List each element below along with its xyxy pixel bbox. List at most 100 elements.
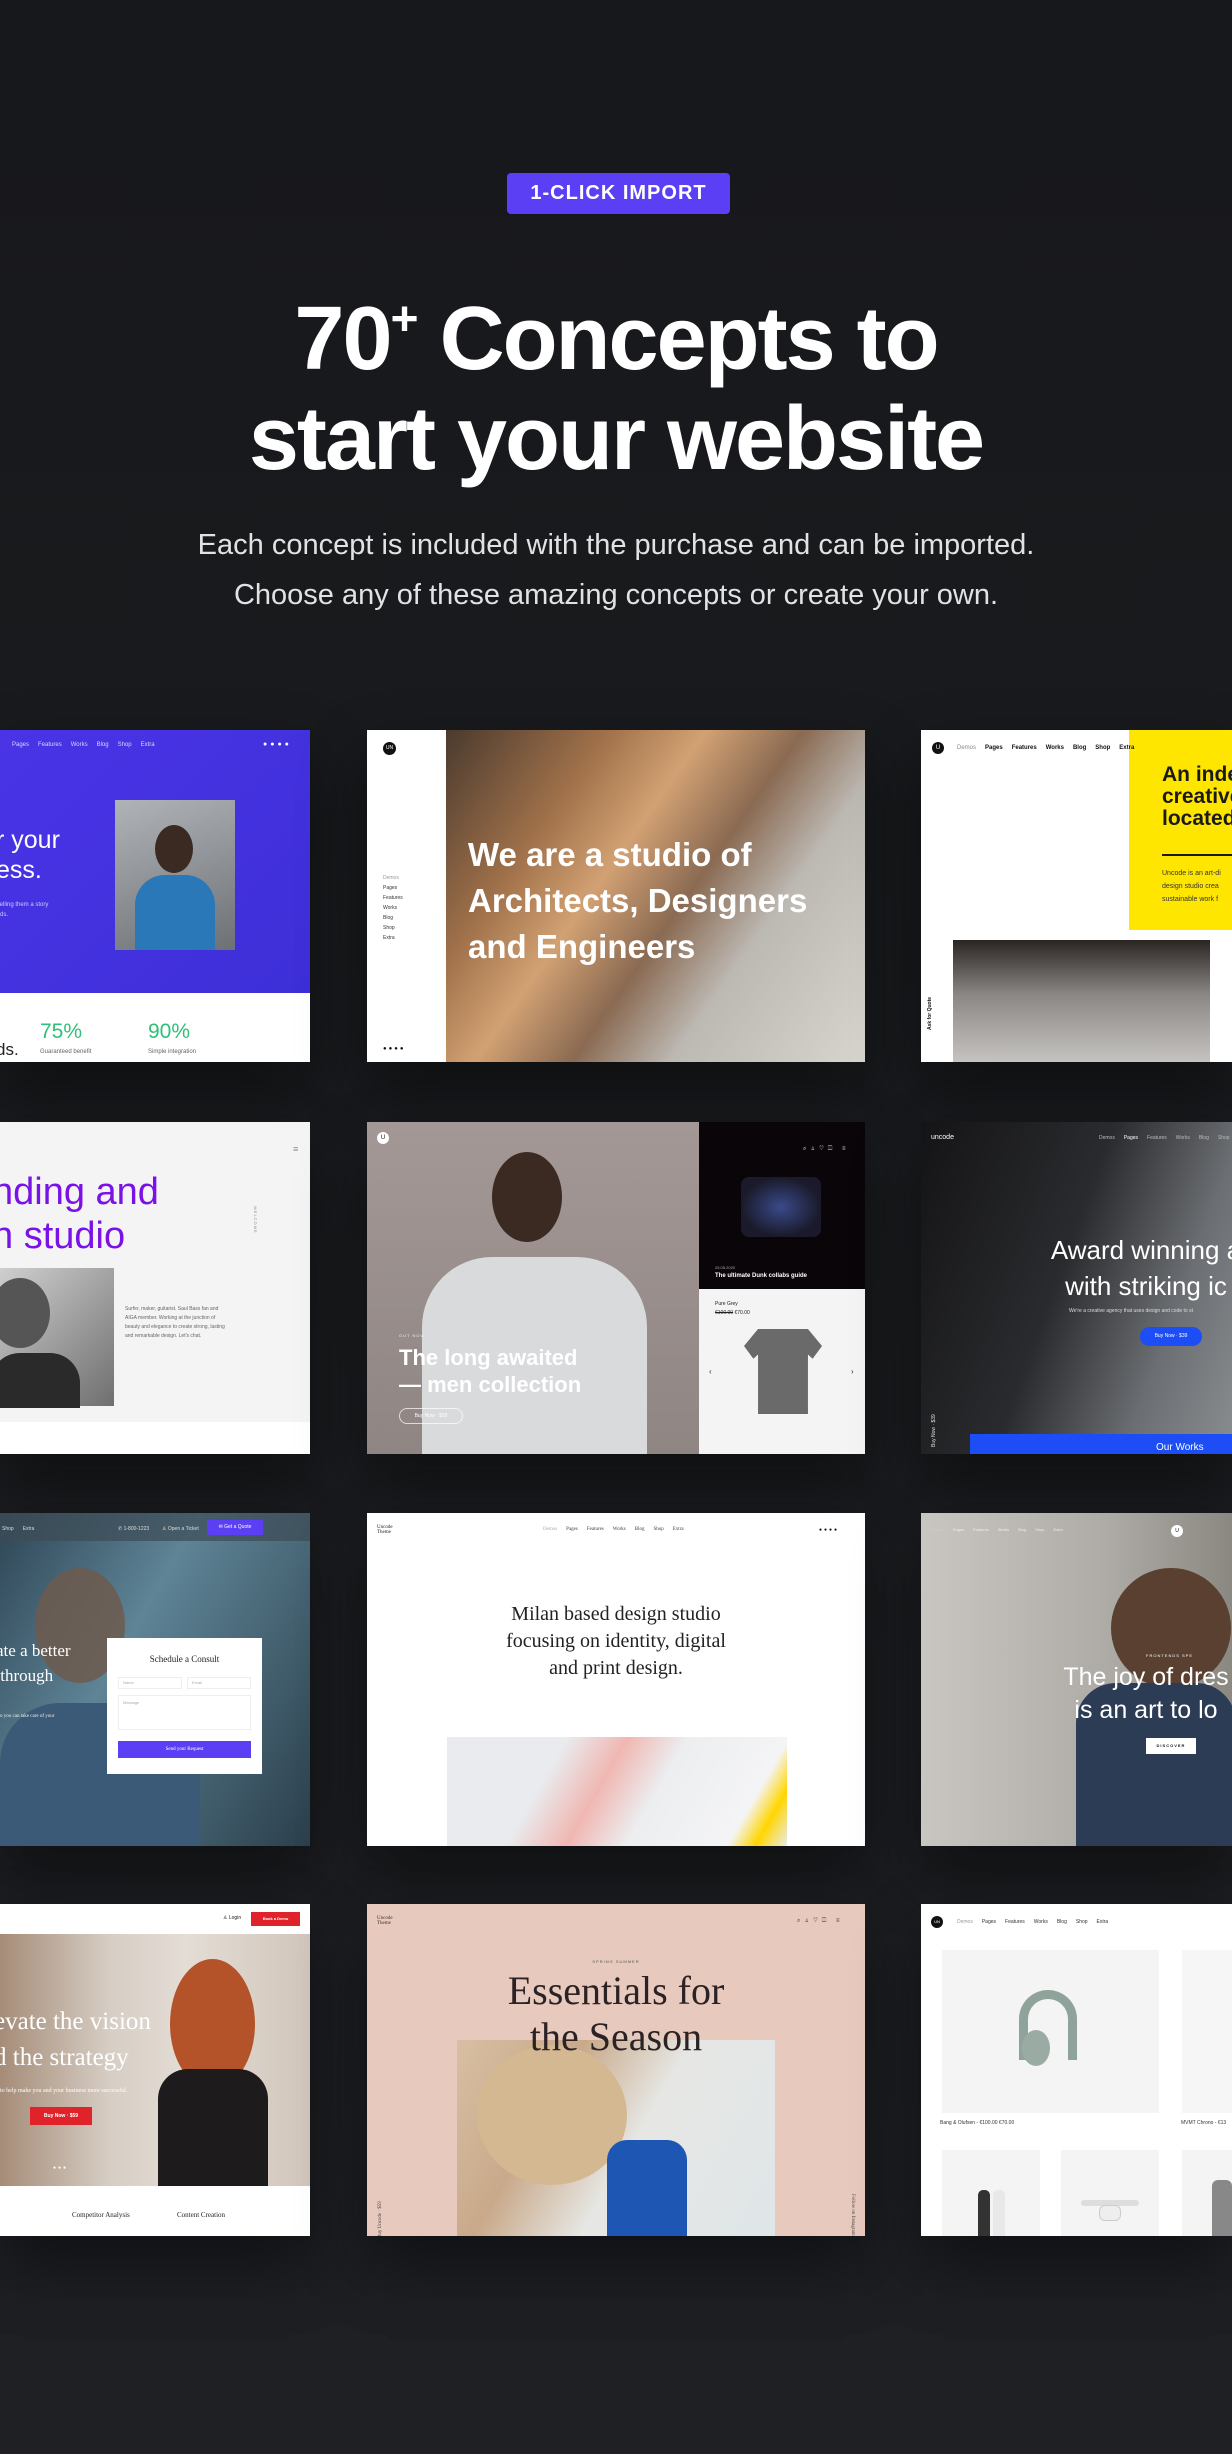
nav-item[interactable]: Blog <box>1057 1919 1067 1925</box>
nav-item[interactable]: Works <box>71 742 88 748</box>
nav-item[interactable]: Pages <box>566 1527 578 1532</box>
nav-item[interactable]: Blog <box>1073 745 1086 751</box>
nav-item[interactable]: Features <box>973 1527 989 1532</box>
nav-item[interactable]: Works <box>1034 1919 1048 1925</box>
concept-startup[interactable]: Pages Features Works Blog Shop Extra ●●●… <box>0 730 310 1062</box>
logo[interactable]: Uncode Theme <box>377 1525 393 1535</box>
social-icons[interactable]: ●●●● <box>383 1046 406 1052</box>
nav-item[interactable]: Pages <box>953 1527 964 1532</box>
nav-item[interactable]: Works <box>1046 745 1064 751</box>
concept-joy-of-dressing[interactable]: Demos Pages Features Works Blog Shop Ext… <box>921 1513 1232 1846</box>
nav-item[interactable]: Extra <box>1119 745 1134 751</box>
ticket-link[interactable]: ♙ Open a Ticket <box>162 1526 199 1532</box>
product-card[interactable] <box>1182 2150 1232 2236</box>
social-icons[interactable]: ●●●● <box>819 1527 839 1533</box>
nav-item[interactable]: Shop <box>2 1526 14 1532</box>
nav-item[interactable]: Features <box>38 742 62 748</box>
product-card[interactable] <box>942 2150 1040 2236</box>
nav-item[interactable]: Demos <box>957 1919 973 1925</box>
product-card[interactable] <box>1182 1950 1232 2113</box>
concept-business-vision[interactable]: ♙ Login Book a Demo evate the vision d t… <box>0 1904 310 2236</box>
nav-item[interactable]: Demos <box>957 745 976 751</box>
nav-item[interactable]: Shop <box>653 1527 663 1532</box>
concept-milan-studio[interactable]: Uncode Theme Demos Pages Features Works … <box>367 1513 865 1846</box>
concept-branding-studio[interactable]: nding and n studio WELCOME Surfer, maker… <box>0 1122 310 1454</box>
login-link[interactable]: ♙ Login <box>223 1915 241 1921</box>
logo[interactable]: uncode <box>931 1134 954 1141</box>
menu-item[interactable]: Extra <box>383 933 403 943</box>
buy-now-button[interactable]: Buy Now · $59 <box>399 1408 463 1424</box>
nav-item[interactable]: Shop <box>118 742 132 748</box>
header-icons[interactable]: ⌕♙♡◫ ≡ <box>803 1146 850 1153</box>
nav-item[interactable]: Works <box>998 1527 1009 1532</box>
side-label[interactable]: Buy Now · $39 <box>931 1414 937 1447</box>
logo[interactable]: UN <box>931 1916 943 1928</box>
nav-item[interactable]: Features <box>587 1527 604 1532</box>
menu-item[interactable]: Works <box>383 903 403 913</box>
side-label-right[interactable]: Follow on Instagram <box>850 2194 855 2236</box>
buy-now-button[interactable]: Buy Now · $39 <box>1140 1327 1202 1346</box>
menu-item[interactable]: Pages <box>383 883 403 893</box>
nav-item[interactable]: Blog <box>635 1527 645 1532</box>
product-label[interactable]: Bang & Olufsen - €100.00 €70.00 <box>940 2120 1014 2126</box>
concept-essentials-season[interactable]: Uncode Theme ⌕♙♡◫ ≡ SPRING SUMMER Essent… <box>367 1904 865 2236</box>
nav-item[interactable]: Extra <box>1053 1527 1062 1532</box>
nav-item[interactable]: Features <box>1005 1919 1025 1925</box>
nav-item[interactable]: Features <box>1012 745 1037 751</box>
menu-item[interactable]: Demos <box>383 873 403 883</box>
nav-item[interactable]: Demos <box>543 1527 557 1532</box>
nav-item[interactable]: Extra <box>141 742 155 748</box>
nav-item[interactable]: Shop <box>1076 1919 1088 1925</box>
logo[interactable]: U <box>377 1132 389 1144</box>
menu-item[interactable]: Blog <box>383 913 403 923</box>
send-request-button[interactable]: Send your Request <box>118 1741 251 1758</box>
phone-link[interactable]: ✆ 1-800-1223 <box>118 1526 149 1532</box>
menu-item[interactable]: Shop <box>383 923 403 933</box>
nav-item[interactable]: Shop <box>1035 1527 1044 1532</box>
book-demo-button[interactable]: Book a Demo <box>251 1912 300 1926</box>
logo[interactable]: UN <box>383 742 396 755</box>
logo[interactable]: U <box>1171 1525 1183 1537</box>
nav-item[interactable]: Blog <box>1199 1135 1209 1141</box>
concept-architects[interactable]: UN Demos Pages Features Works Blog Shop … <box>367 730 865 1062</box>
menu-icon[interactable]: ≡ <box>293 1144 298 1154</box>
next-arrow-icon[interactable]: › <box>851 1367 854 1376</box>
product-card[interactable] <box>942 1950 1159 2113</box>
nav-item[interactable]: Blog <box>97 742 109 748</box>
product-name[interactable]: Pure Grey <box>715 1301 738 1307</box>
logo[interactable]: Uncode Theme <box>377 1916 393 1926</box>
side-label[interactable]: Ask for Quote <box>927 997 933 1030</box>
nav-item[interactable]: Blog <box>1018 1527 1026 1532</box>
nav-item[interactable]: Pages <box>985 745 1003 751</box>
product-label[interactable]: MVMT Chrono - €13 <box>1181 2120 1226 2126</box>
buy-now-button[interactable]: Buy Now · $59 <box>30 2107 92 2125</box>
concept-consulting[interactable]: Shop Extra ✆ 1-800-1223 ♙ Open a Ticket … <box>0 1513 310 1846</box>
side-label-left[interactable]: Buy Uncode · $59 <box>378 2201 383 2236</box>
logo[interactable]: U <box>932 742 944 754</box>
nav-item[interactable]: Extra <box>1097 1919 1109 1925</box>
concept-agency-dark[interactable]: uncode Demos Pages Features Works Blog S… <box>921 1122 1232 1454</box>
prev-arrow-icon[interactable]: ‹ <box>709 1367 712 1376</box>
nav-item[interactable]: Pages <box>12 742 29 748</box>
concept-creative-yellow[interactable]: U Demos Pages Features Works Blog Shop E… <box>921 730 1232 1062</box>
nav-item[interactable]: Pages <box>982 1919 996 1925</box>
product-card[interactable] <box>1061 2150 1159 2236</box>
email-field[interactable]: Email <box>187 1677 251 1689</box>
nav-item[interactable]: Shop <box>1218 1135 1230 1141</box>
nav-item[interactable]: Extra <box>673 1527 684 1532</box>
menu-item[interactable]: Features <box>383 893 403 903</box>
nav-item[interactable]: Demos <box>931 1527 944 1532</box>
nav-item[interactable]: Shop <box>1095 745 1110 751</box>
nav-item[interactable]: Works <box>613 1527 626 1532</box>
service-item[interactable]: Content Creation <box>177 2211 225 2219</box>
nav-item[interactable]: Works <box>1176 1135 1190 1141</box>
nav-item[interactable]: Extra <box>23 1526 35 1532</box>
message-field[interactable]: Message <box>118 1695 251 1730</box>
get-quote-button[interactable]: ✉ Get a Quote <box>207 1520 263 1535</box>
social-icons[interactable]: ●●●● <box>263 741 292 748</box>
article-title[interactable]: The ultimate Dunk collabs guide <box>715 1273 807 1279</box>
name-field[interactable]: Name <box>118 1677 182 1689</box>
nav-item[interactable]: Pages <box>1124 1135 1138 1141</box>
concept-fashion-men[interactable]: U OUT NOW The long awaited — men collect… <box>367 1122 865 1454</box>
concept-shop-minimal[interactable]: UN Demos Pages Features Works Blog Shop … <box>921 1904 1232 2236</box>
